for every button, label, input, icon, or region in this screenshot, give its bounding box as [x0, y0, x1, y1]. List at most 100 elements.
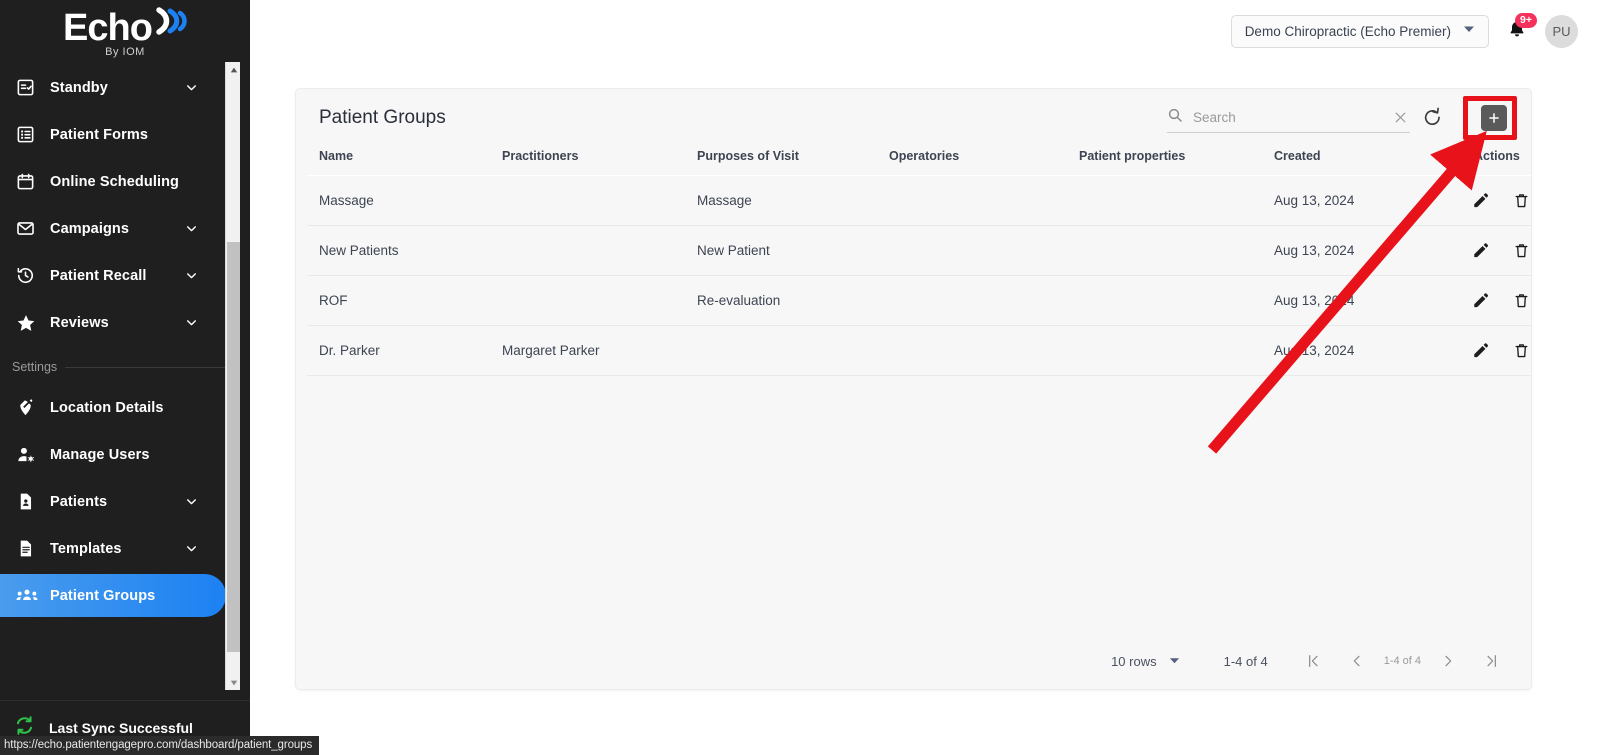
delete-row-button[interactable] [1513, 192, 1530, 209]
delete-row-button[interactable] [1513, 342, 1530, 359]
avatar[interactable]: PU [1545, 14, 1578, 48]
delete-row-button[interactable] [1513, 292, 1530, 309]
cell-properties [1079, 324, 1274, 376]
clear-search-icon[interactable] [1393, 110, 1408, 125]
chevron-down-icon[interactable] [184, 542, 198, 556]
table-row[interactable]: New Patients New Patient Aug 13, 2024 [307, 224, 1531, 276]
table-header: Name Practitioners Purposes of Visit Ope… [307, 147, 1531, 175]
card-header: Patient Groups [296, 89, 1531, 147]
location-pin-edit-icon [16, 396, 42, 420]
sidebar-item-label: Templates [50, 540, 122, 557]
search-field[interactable] [1167, 103, 1410, 133]
sidebar-item-reviews[interactable]: Reviews [0, 301, 226, 344]
refresh-button[interactable] [1422, 107, 1443, 128]
delete-row-button[interactable] [1513, 242, 1530, 259]
edit-row-button[interactable] [1472, 342, 1489, 359]
cell-properties [1079, 174, 1274, 226]
cell-practitioners [502, 224, 697, 276]
rows-per-page-selector[interactable]: 10 rows [1111, 654, 1180, 669]
sidebar-item-patient-recall[interactable]: Patient Recall [0, 254, 226, 297]
chevron-down-icon[interactable] [184, 222, 198, 236]
cell-properties [1079, 224, 1274, 276]
sidebar-item-label: Patient Recall [50, 267, 147, 284]
table-row[interactable]: ROF Re-evaluation Aug 13, 2024 [307, 274, 1531, 326]
column-header-name[interactable]: Name [307, 147, 502, 175]
column-header-actions: Actions [1474, 148, 1520, 163]
page-title: Patient Groups [319, 107, 446, 128]
cell-purposes: Massage [697, 174, 889, 226]
scroll-down-arrow-icon[interactable] [226, 675, 241, 690]
logo-waves-icon [153, 4, 187, 46]
sidebar-item-label: Patient Forms [50, 126, 148, 143]
cell-practitioners [502, 274, 697, 326]
sidebar-scrollbar[interactable] [225, 62, 240, 690]
search-input[interactable] [1193, 110, 1373, 125]
cell-name: ROF [307, 274, 502, 326]
notifications-button[interactable]: 9+ [1503, 13, 1537, 46]
star-icon [16, 311, 42, 335]
status-bar-url: https://echo.patientengagepro.com/dashbo… [0, 736, 320, 755]
sidebar-item-patient-groups[interactable]: Patient Groups [0, 574, 226, 617]
pagination-count: 1-4 of 4 [1223, 653, 1268, 669]
sidebar-item-label: Patients [50, 493, 108, 510]
logo-text: Echo [63, 7, 153, 49]
envelope-icon [16, 217, 42, 241]
chevron-down-icon[interactable] [184, 495, 198, 509]
sidebar-item-label: Location Details [50, 399, 164, 416]
divider [65, 366, 226, 368]
app-root: Echo By IOM Standby Patient Forms Online… [0, 0, 1600, 755]
sidebar-item-templates[interactable]: Templates [0, 527, 226, 570]
pagination-range: 1-4 of 4 [1383, 655, 1421, 667]
column-header-practitioners[interactable]: Practitioners [502, 147, 697, 175]
sidebar-section-settings: Settings [12, 354, 226, 380]
sidebar-item-label: Reviews [50, 314, 109, 331]
table-row[interactable]: Massage Massage Aug 13, 2024 [307, 174, 1531, 226]
people-group-icon [16, 584, 42, 608]
cell-operatories [889, 274, 1079, 326]
search-icon [1167, 107, 1183, 128]
sidebar-item-label: Patient Groups [50, 587, 156, 604]
app-logo: Echo By IOM [0, 0, 250, 62]
first-page-button[interactable] [1296, 653, 1330, 669]
column-header-purposes[interactable]: Purposes of Visit [697, 147, 889, 175]
table-header-row: Name Practitioners Purposes of Visit Ope… [307, 147, 1531, 175]
chevron-down-icon [1463, 22, 1475, 40]
table-row[interactable]: Dr. Parker Margaret Parker Aug 13, 2024 [307, 324, 1531, 376]
chevron-down-icon[interactable] [184, 81, 198, 95]
cell-created: Aug 13, 2024 [1274, 174, 1474, 226]
cell-purposes [697, 324, 889, 376]
scrollbar-thumb[interactable] [227, 242, 240, 652]
location-selector[interactable]: Demo Chiropractic (Echo Premier) [1230, 14, 1489, 48]
cell-created: Aug 13, 2024 [1274, 324, 1474, 376]
column-header-properties[interactable]: Patient properties [1079, 147, 1274, 175]
chevron-down-icon[interactable] [184, 316, 198, 330]
top-header: Demo Chiropractic (Echo Premier) 9+ PU [250, 0, 1600, 62]
next-page-button[interactable] [1431, 653, 1465, 669]
sidebar: Echo By IOM Standby Patient Forms Online… [0, 0, 250, 755]
previous-page-button[interactable] [1340, 653, 1374, 669]
last-page-button[interactable] [1475, 653, 1509, 669]
history-clock-icon [16, 264, 42, 288]
sidebar-item-standby[interactable]: Standby [0, 66, 226, 109]
user-gear-icon [16, 443, 42, 467]
scroll-up-arrow-icon[interactable] [226, 62, 241, 77]
chevron-down-icon[interactable] [184, 269, 198, 283]
edit-row-button[interactable] [1472, 292, 1489, 309]
cell-name: Massage [307, 174, 502, 226]
sidebar-item-location-details[interactable]: Location Details [0, 386, 226, 429]
sidebar-item-patients[interactable]: Patients [0, 480, 226, 523]
edit-row-button[interactable] [1472, 242, 1489, 259]
sidebar-item-online-scheduling[interactable]: Online Scheduling [0, 160, 226, 203]
sidebar-item-manage-users[interactable]: Manage Users [0, 433, 226, 476]
cell-practitioners: Margaret Parker [502, 324, 697, 376]
edit-row-button[interactable] [1472, 192, 1489, 209]
patient-card-icon [16, 490, 42, 514]
cell-actions [1472, 174, 1531, 226]
sidebar-item-campaigns[interactable]: Campaigns [0, 207, 226, 250]
add-patient-group-button[interactable] [1481, 105, 1507, 131]
sidebar-item-label: Online Scheduling [50, 173, 179, 190]
column-header-created[interactable]: Created [1274, 147, 1474, 175]
column-header-operatories[interactable]: Operatories [889, 147, 1079, 175]
sidebar-item-patient-forms[interactable]: Patient Forms [0, 113, 226, 156]
cell-actions [1472, 324, 1531, 376]
